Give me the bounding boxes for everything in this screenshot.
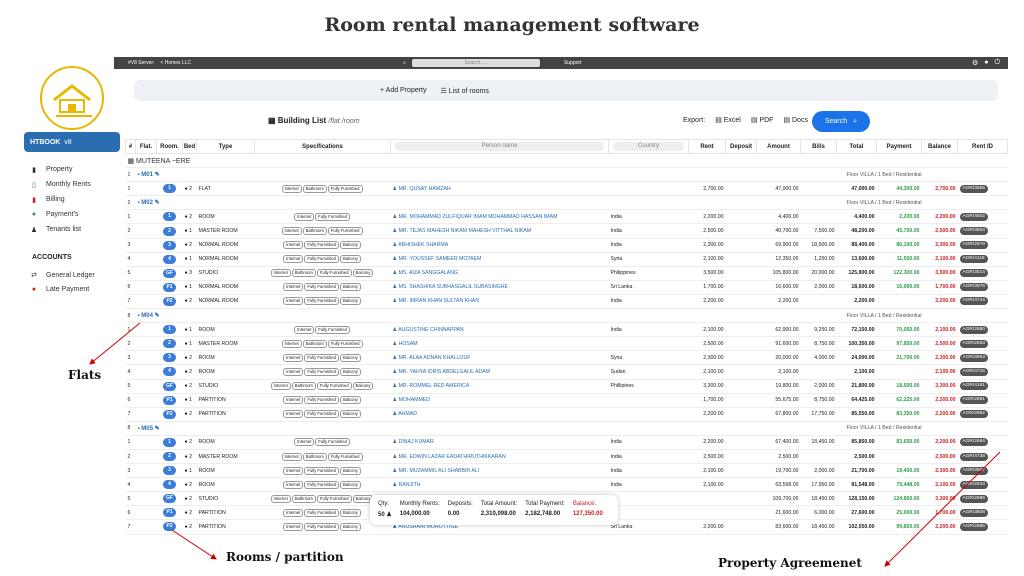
agreement-arrow xyxy=(884,451,1001,567)
flats-arrow xyxy=(89,322,141,365)
annotation-arrows xyxy=(89,322,1001,567)
rooms-arrow xyxy=(171,529,217,560)
